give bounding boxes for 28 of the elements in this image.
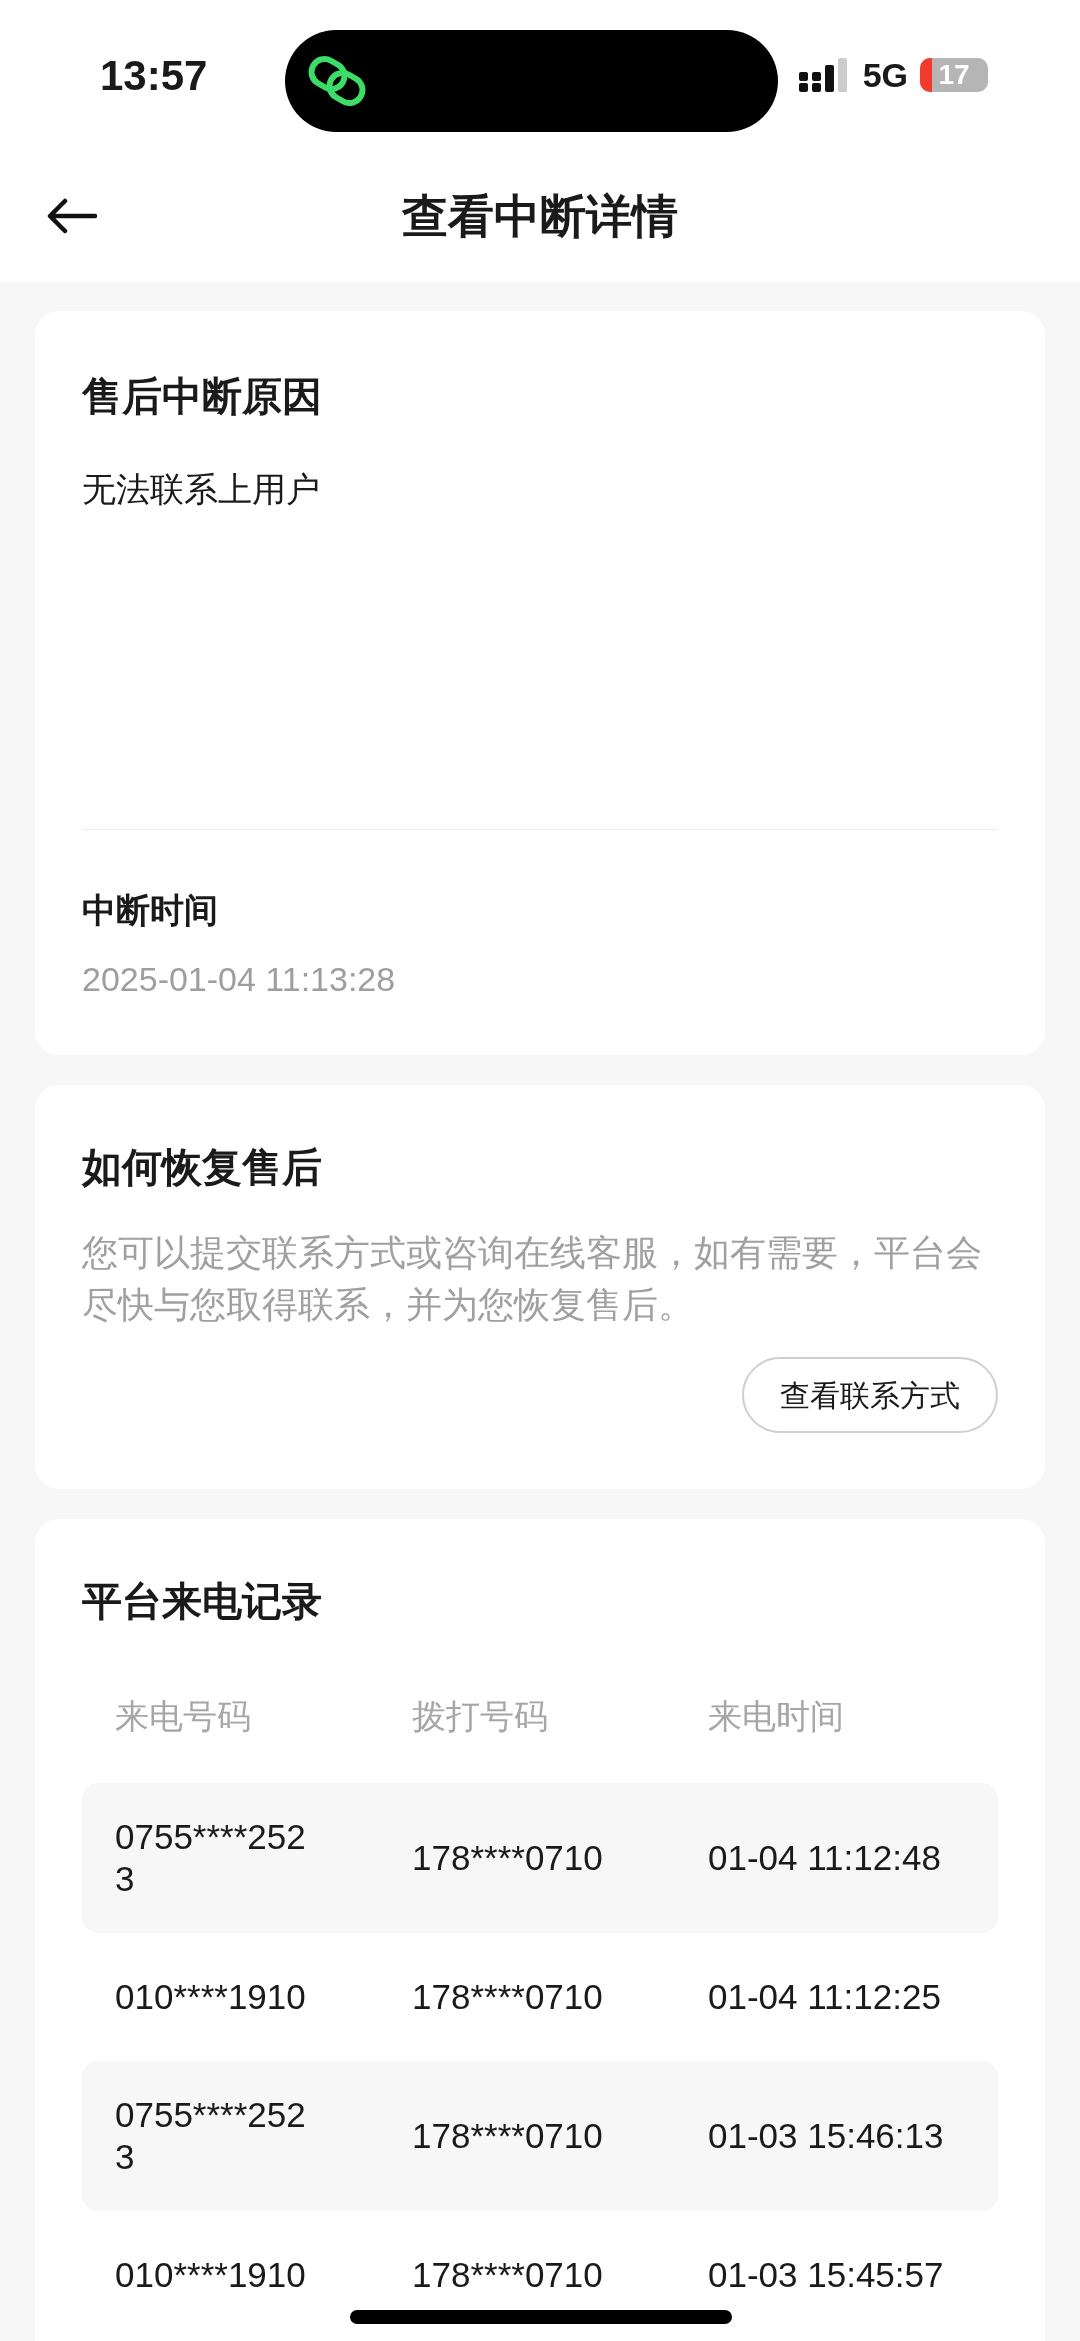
card-title: 售后中断原因 (82, 373, 323, 420)
interruption-time: 2025-01-04 11:13:28 (82, 959, 397, 1000)
status-time: 13:57 (100, 50, 208, 101)
table-cell: 010****1910 (115, 2254, 306, 2296)
card-title: 如何恢复售后 (82, 1144, 323, 1191)
table-cell-text: 0755****2523 (115, 2094, 307, 2178)
table-cell-text: 178****0710 (412, 1975, 603, 2018)
table-cell-text: 01-03 15:45:57 (708, 2253, 944, 2296)
card-title: 平台来电记录 (82, 1578, 323, 1625)
column-header: 来电时间 (708, 1695, 844, 1737)
table-cell-text: 178****0710 (412, 2114, 603, 2157)
battery-fill (920, 58, 932, 92)
battery-level-text: 17 (938, 58, 970, 92)
table-cell: 010****1910 (115, 1976, 306, 2018)
reason-text: 无法联系上用户 (82, 469, 321, 510)
table-cell-text: 178****0710 (412, 1836, 603, 1879)
view-contact-button[interactable]: 查看联系方式 (742, 1357, 998, 1433)
column-header: 拨打号码 (412, 1695, 548, 1737)
table-cell-text: 01-04 11:12:25 (708, 1975, 941, 2018)
field-label: 中断时间 (82, 890, 219, 931)
page-title: 查看中断详情 (402, 188, 678, 244)
table-cell-text: 0755****2523 (115, 1816, 307, 1900)
network-label: 5G (862, 54, 908, 96)
recovery-description: 您可以提交联系方式或咨询在线客服，如有需要，平台会尽快与您取得联系，并为您恢复售后。 (82, 1231, 983, 1327)
table-cell-text: 178****0710 (412, 2253, 603, 2296)
table-cell-text: 01-04 11:12:48 (708, 1836, 941, 1879)
table-cell-text: 01-03 15:46:13 (708, 2114, 944, 2157)
column-header: 来电号码 (115, 1695, 251, 1737)
